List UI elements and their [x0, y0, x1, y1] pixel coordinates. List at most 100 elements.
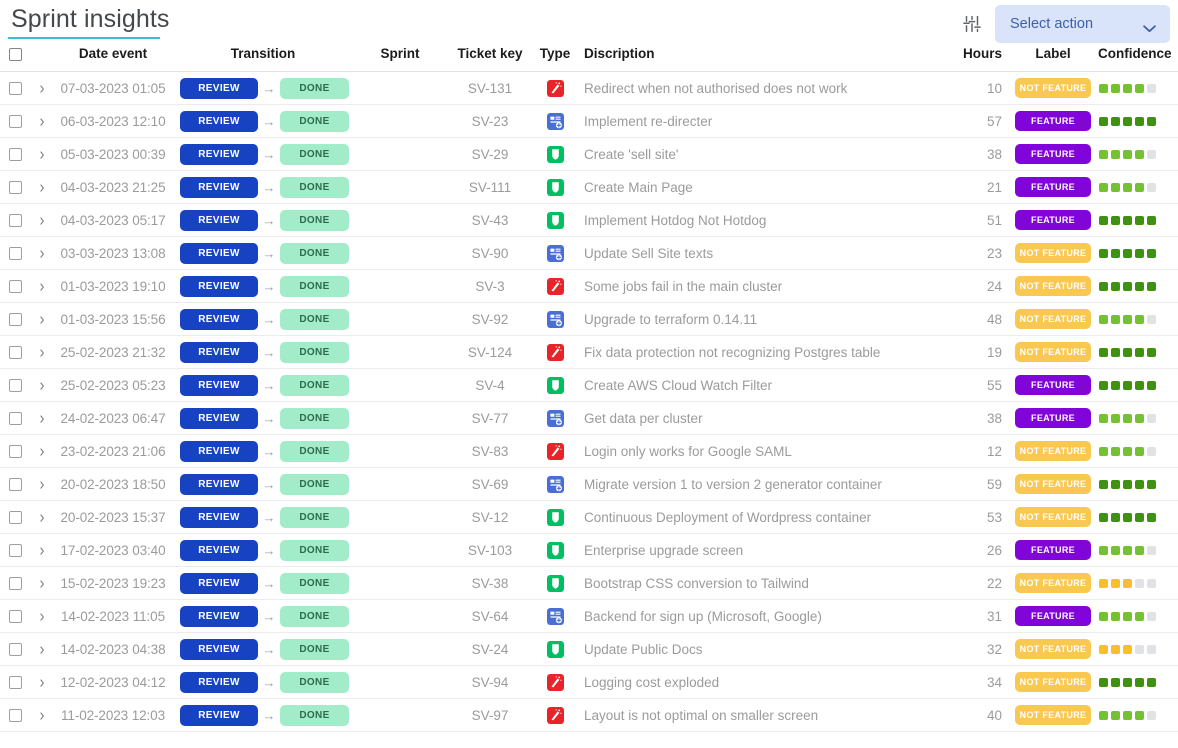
column-header-description[interactable]: Discription	[576, 46, 956, 72]
row-checkbox[interactable]	[8, 379, 22, 393]
chevron-right-icon[interactable]: ›	[40, 673, 45, 690]
chevron-right-icon[interactable]: ›	[40, 574, 45, 591]
table-row[interactable]: › 07-03-2023 01:05 REVIEW → DONE SV-131 Redire…	[0, 71, 1178, 105]
table-row[interactable]: › 25-02-2023 05:23 REVIEW → DONE SV-4 Create A…	[0, 368, 1178, 402]
cell-ticket-key[interactable]: SV-111	[446, 170, 534, 204]
cell-ticket-key[interactable]: SV-90	[446, 236, 534, 270]
chevron-right-icon[interactable]: ›	[40, 475, 45, 492]
chevron-right-icon[interactable]: ›	[40, 79, 45, 96]
chevron-down-icon	[1142, 20, 1157, 32]
table-row[interactable]: › 03-03-2023 13:08 REVIEW → DONE SV-90 Update …	[0, 236, 1178, 270]
cell-ticket-key[interactable]: SV-23	[446, 104, 534, 138]
cell-ticket-key[interactable]: SV-124	[446, 335, 534, 369]
row-checkbox[interactable]	[8, 577, 22, 591]
cell-ticket-key[interactable]: SV-94	[446, 665, 534, 699]
confidence-dot-filled	[1099, 413, 1108, 423]
chevron-right-icon[interactable]: ›	[40, 706, 45, 723]
cell-ticket-key[interactable]: SV-92	[446, 302, 534, 336]
chevron-right-icon[interactable]: ›	[40, 508, 45, 525]
table-row[interactable]: › 14-02-2023 11:05 REVIEW → DONE SV-64 Backend…	[0, 599, 1178, 633]
row-checkbox[interactable]	[8, 544, 22, 558]
row-checkbox[interactable]	[8, 82, 22, 96]
table-row[interactable]: › 25-02-2023 21:32 REVIEW → DONE SV-124 Fix da…	[0, 335, 1178, 369]
confidence-dot-filled	[1099, 281, 1108, 291]
chevron-right-icon[interactable]: ›	[40, 640, 45, 657]
table-row[interactable]: › 01-03-2023 15:56 REVIEW → DONE SV-92 Upgrade…	[0, 302, 1178, 336]
chevron-right-icon[interactable]: ›	[40, 211, 45, 228]
row-checkbox[interactable]	[8, 214, 22, 228]
chevron-right-icon[interactable]: ›	[40, 442, 45, 459]
chevron-right-icon[interactable]: ›	[40, 244, 45, 261]
cell-ticket-key[interactable]: SV-131	[446, 71, 534, 105]
column-header-date[interactable]: Date event	[54, 46, 172, 72]
transition-from-badge: REVIEW	[180, 638, 258, 660]
cell-ticket-key[interactable]: SV-69	[446, 467, 534, 501]
cell-ticket-key[interactable]: SV-38	[446, 566, 534, 600]
row-checkbox[interactable]	[8, 148, 22, 162]
table-row[interactable]: › 06-03-2023 12:10 REVIEW → DONE SV-23 Impleme…	[0, 104, 1178, 138]
row-checkbox[interactable]	[8, 610, 22, 624]
label-badge: NOT FEATURE	[1015, 474, 1091, 494]
cell-ticket-key[interactable]: SV-29	[446, 137, 534, 171]
table-row[interactable]: › 24-02-2023 06:47 REVIEW → DONE SV-77 Get dat…	[0, 401, 1178, 435]
table-row[interactable]: › 20-02-2023 15:37 REVIEW → DONE SV-12 Continu…	[0, 500, 1178, 534]
row-checkbox[interactable]	[8, 676, 22, 690]
table-row[interactable]: › 11-02-2023 12:03 REVIEW → DONE SV-97 Layout …	[0, 698, 1178, 732]
select-action-dropdown[interactable]: Select action	[995, 5, 1170, 43]
table-row[interactable]: › 04-03-2023 21:25 REVIEW → DONE SV-111 Create…	[0, 170, 1178, 204]
table-row[interactable]: › 01-03-2023 19:10 REVIEW → DONE SV-3 Some job…	[0, 269, 1178, 303]
green-story-shield-icon	[546, 178, 564, 196]
row-checkbox[interactable]	[8, 346, 22, 360]
chevron-right-icon[interactable]: ›	[40, 343, 45, 360]
row-checkbox[interactable]	[8, 412, 22, 426]
table-row[interactable]: › 15-02-2023 19:23 REVIEW → DONE SV-38 Bootstr…	[0, 566, 1178, 600]
row-checkbox[interactable]	[8, 643, 22, 657]
chevron-right-icon[interactable]: ›	[40, 376, 45, 393]
column-header-transition[interactable]: Transition	[172, 46, 354, 72]
row-checkbox[interactable]	[8, 445, 22, 459]
table-row[interactable]: › 04-03-2023 05:17 REVIEW → DONE SV-43 Impleme…	[0, 203, 1178, 237]
cell-ticket-key[interactable]: SV-3	[446, 269, 534, 303]
chevron-right-icon[interactable]: ›	[40, 277, 45, 294]
chevron-right-icon[interactable]: ›	[40, 178, 45, 195]
cell-ticket-key[interactable]: SV-77	[446, 401, 534, 435]
column-header-hours[interactable]: Hours	[956, 46, 1010, 72]
chevron-right-icon[interactable]: ›	[40, 409, 45, 426]
table-row[interactable]: › 12-02-2023 04:12 REVIEW → DONE SV-94 Logging…	[0, 665, 1178, 699]
select-all-checkbox[interactable]	[8, 47, 22, 61]
table-row[interactable]: › 05-03-2023 00:39 REVIEW → DONE SV-29 Create …	[0, 137, 1178, 171]
cell-ticket-key[interactable]: SV-43	[446, 203, 534, 237]
row-checkbox[interactable]	[8, 511, 22, 525]
row-checkbox[interactable]	[8, 115, 22, 129]
row-checkbox[interactable]	[8, 280, 22, 294]
row-checkbox[interactable]	[8, 181, 22, 195]
chevron-right-icon[interactable]: ›	[40, 541, 45, 558]
cell-transition: REVIEW → DONE	[172, 566, 354, 600]
chevron-right-icon[interactable]: ›	[40, 145, 45, 162]
table-row[interactable]: › 23-02-2023 21:06 REVIEW → DONE SV-83 Login o…	[0, 434, 1178, 468]
chevron-right-icon[interactable]: ›	[40, 112, 45, 129]
chevron-right-icon[interactable]: ›	[40, 607, 45, 624]
sliders-filter-icon[interactable]	[961, 13, 983, 35]
column-header-ticket-key[interactable]: Ticket key	[446, 46, 534, 72]
column-header-type[interactable]: Type	[534, 46, 576, 72]
cell-ticket-key[interactable]: SV-97	[446, 698, 534, 732]
table-row[interactable]: › 14-02-2023 04:38 REVIEW → DONE SV-24 Update …	[0, 632, 1178, 666]
table-row[interactable]: › 17-02-2023 03:40 REVIEW → DONE SV-103 Enterp…	[0, 533, 1178, 567]
table-row[interactable]: › 20-02-2023 18:50 REVIEW → DONE SV-69 Migrate…	[0, 467, 1178, 501]
cell-ticket-key[interactable]: SV-103	[446, 533, 534, 567]
cell-ticket-key[interactable]: SV-12	[446, 500, 534, 534]
cell-ticket-key[interactable]: SV-24	[446, 632, 534, 666]
row-select-cell	[0, 335, 30, 369]
row-checkbox[interactable]	[8, 313, 22, 327]
cell-ticket-key[interactable]: SV-64	[446, 599, 534, 633]
row-checkbox[interactable]	[8, 478, 22, 492]
column-header-label[interactable]: Label	[1010, 46, 1096, 72]
column-header-sprint[interactable]: Sprint	[354, 46, 446, 72]
chevron-right-icon[interactable]: ›	[40, 310, 45, 327]
cell-ticket-key[interactable]: SV-4	[446, 368, 534, 402]
cell-ticket-key[interactable]: SV-83	[446, 434, 534, 468]
column-header-confidence[interactable]: Confidence	[1096, 46, 1178, 72]
row-checkbox[interactable]	[8, 709, 22, 723]
row-checkbox[interactable]	[8, 247, 22, 261]
